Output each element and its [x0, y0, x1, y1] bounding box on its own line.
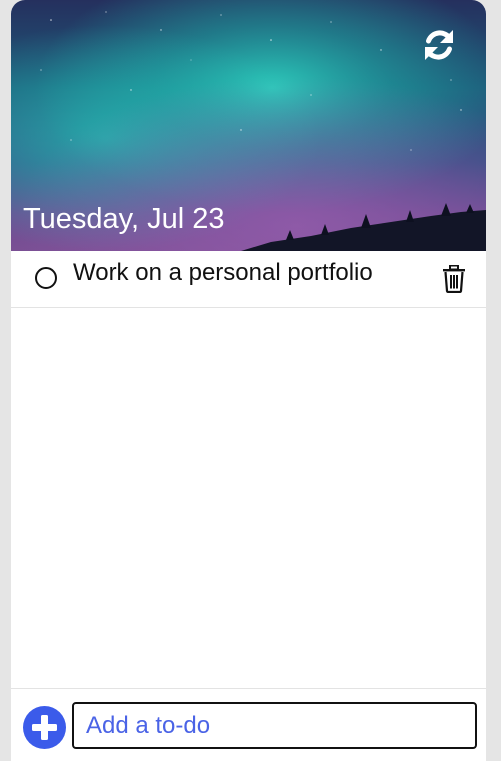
complete-checkbox[interactable] [35, 267, 57, 289]
refresh-button[interactable] [420, 26, 458, 64]
refresh-icon [425, 30, 453, 60]
todo-list: Work on a personal portfolio [11, 251, 486, 308]
plus-icon [32, 715, 57, 740]
trash-icon [443, 264, 465, 294]
add-todo-input[interactable] [72, 702, 477, 749]
add-todo-button[interactable] [23, 706, 66, 749]
todo-item-text: Work on a personal portfolio [73, 259, 373, 286]
todo-item: Work on a personal portfolio [11, 251, 486, 308]
header-banner: Tuesday, Jul 23 [11, 0, 486, 251]
add-todo-bar [11, 688, 486, 761]
delete-button[interactable] [442, 264, 466, 294]
todo-card: Tuesday, Jul 23 Work on a personal portf… [11, 0, 486, 761]
date-heading: Tuesday, Jul 23 [23, 203, 225, 235]
